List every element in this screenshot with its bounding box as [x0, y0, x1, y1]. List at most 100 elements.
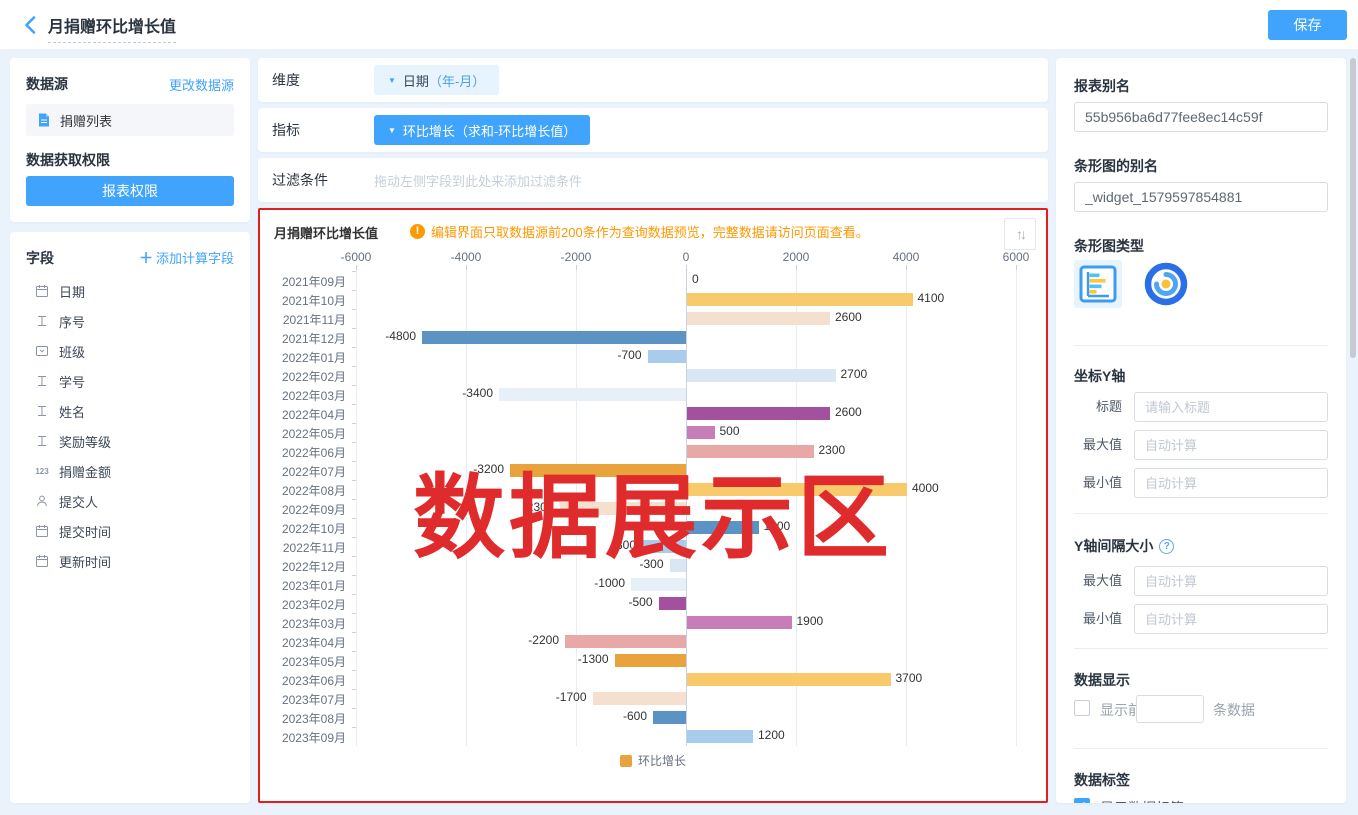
axis-tick: [466, 265, 467, 270]
axis-tick: [356, 265, 357, 270]
bar[interactable]: [653, 711, 686, 724]
y-axis-row: 标题: [1074, 392, 1328, 422]
bar[interactable]: [560, 502, 687, 515]
show-data-label-checkbox[interactable]: ✓: [1074, 798, 1090, 803]
legend-item[interactable]: 环比增长: [620, 752, 686, 769]
bar[interactable]: [615, 654, 687, 667]
category-label: 2021年09月: [260, 273, 346, 290]
category-label: 2023年05月: [260, 653, 346, 670]
report-permission-button[interactable]: 报表权限: [26, 176, 234, 206]
bar[interactable]: [670, 559, 687, 572]
y-interval-input[interactable]: [1134, 566, 1328, 596]
bar[interactable]: [687, 521, 759, 534]
bar[interactable]: [565, 635, 686, 648]
bar-value-label: -2200: [528, 633, 559, 647]
dimension-tag[interactable]: ▼ 日期 （年-月）: [374, 65, 499, 95]
category-label: 2022年12月: [260, 558, 346, 575]
field-item[interactable]: 日期: [26, 276, 234, 306]
permission-title: 数据获取权限: [26, 150, 110, 170]
datasource-title: 数据源: [26, 74, 68, 94]
metric-tag[interactable]: ▼ 环比增长（求和-环比增长值）: [374, 115, 590, 145]
horizontal-bar-chart-icon[interactable]: [1074, 260, 1122, 308]
category-label: 2021年12月: [260, 330, 346, 347]
bar-value-label: 500: [720, 424, 740, 438]
x-tick-label: 2000: [783, 250, 810, 264]
y-interval-label: 最小值: [1074, 604, 1122, 634]
y-axis-input[interactable]: [1134, 430, 1328, 460]
y-axis-row: 最大值: [1074, 430, 1328, 460]
back-icon[interactable]: [20, 14, 42, 36]
show-first-count-input[interactable]: [1136, 695, 1204, 723]
bar[interactable]: [648, 350, 687, 363]
field-item-label: 提交时间: [59, 522, 111, 541]
field-item[interactable]: 姓名: [26, 396, 234, 426]
category-tick: [352, 404, 356, 405]
widget-alias-input[interactable]: [1074, 182, 1328, 212]
axis-tick: [576, 265, 577, 270]
bar-value-label: 2600: [835, 405, 862, 419]
field-item-label: 日期: [59, 282, 85, 301]
category-label: 2022年11月: [260, 539, 346, 556]
data-display-title: 数据显示: [1074, 670, 1130, 690]
y-interval-input[interactable]: [1134, 604, 1328, 634]
y-axis-input[interactable]: [1134, 392, 1328, 422]
field-item-label: 捐赠金额: [59, 462, 111, 481]
datasource-item-label: 捐赠列表: [60, 111, 112, 130]
datasource-item[interactable]: 捐赠列表: [26, 104, 234, 136]
bar[interactable]: [510, 464, 686, 477]
category-tick: [352, 328, 356, 329]
bar-value-label: 1200: [758, 728, 785, 742]
bar[interactable]: [687, 445, 814, 458]
bar[interactable]: [687, 369, 836, 382]
bar-value-label: -300: [639, 557, 663, 571]
change-datasource-link[interactable]: 更改数据源: [169, 75, 234, 94]
bar[interactable]: [687, 293, 913, 306]
save-button[interactable]: 保存: [1268, 10, 1347, 40]
bar[interactable]: [687, 312, 830, 325]
category-label: 2023年09月: [260, 729, 346, 746]
y-interval-title: Y轴间隔大小 ?: [1074, 536, 1174, 556]
page-scrollbar[interactable]: [1350, 58, 1356, 358]
gridline: [356, 270, 357, 746]
bar-value-label: 1900: [797, 614, 824, 628]
bar[interactable]: [593, 692, 687, 705]
show-first-checkbox[interactable]: [1074, 700, 1090, 716]
y-interval-row: 最小值: [1074, 604, 1328, 634]
field-item[interactable]: 123捐赠金额: [26, 456, 234, 486]
add-calc-field-link[interactable]: ＋添加计算字段: [139, 248, 234, 268]
field-item[interactable]: 更新时间: [26, 546, 234, 576]
page-title[interactable]: 月捐赠环比增长值: [48, 13, 176, 43]
text-icon: [33, 404, 51, 418]
field-item[interactable]: 序号: [26, 306, 234, 336]
filter-row[interactable]: 过滤条件 拖动左侧字段到此处来添加过滤条件: [258, 158, 1048, 202]
bar[interactable]: [499, 388, 686, 401]
radial-bar-chart-icon[interactable]: [1142, 260, 1190, 308]
category-tick: [352, 727, 356, 728]
y-interval-label: 最大值: [1074, 566, 1122, 596]
bar[interactable]: [687, 730, 753, 743]
bar[interactable]: [659, 597, 687, 610]
select-icon: [33, 344, 51, 358]
bar[interactable]: [687, 483, 907, 496]
field-item-label: 更新时间: [59, 552, 111, 571]
category-label: 2021年11月: [260, 311, 346, 328]
question-icon[interactable]: ?: [1159, 539, 1174, 554]
bar[interactable]: [687, 616, 792, 629]
bar[interactable]: [631, 578, 686, 591]
bar-value-label: 2600: [835, 310, 862, 324]
field-item[interactable]: 学号: [26, 366, 234, 396]
bar[interactable]: [687, 407, 830, 420]
settings-panel: 报表别名 条形图的别名 条形图类型 坐标Y轴 标题最大值最小值 Y轴间隔大小 ?…: [1056, 58, 1346, 803]
field-item[interactable]: 班级: [26, 336, 234, 366]
field-item-label: 学号: [59, 372, 85, 391]
bar[interactable]: [687, 426, 715, 439]
field-item[interactable]: 奖励等级: [26, 426, 234, 456]
bar[interactable]: [687, 673, 891, 686]
y-axis-input[interactable]: [1134, 468, 1328, 498]
field-item[interactable]: 提交人: [26, 486, 234, 516]
field-item[interactable]: 提交时间: [26, 516, 234, 546]
bar[interactable]: [642, 540, 686, 553]
sort-arrows-icon[interactable]: ↑↓: [1004, 218, 1036, 250]
report-alias-input[interactable]: [1074, 102, 1328, 132]
bar[interactable]: [422, 331, 686, 344]
